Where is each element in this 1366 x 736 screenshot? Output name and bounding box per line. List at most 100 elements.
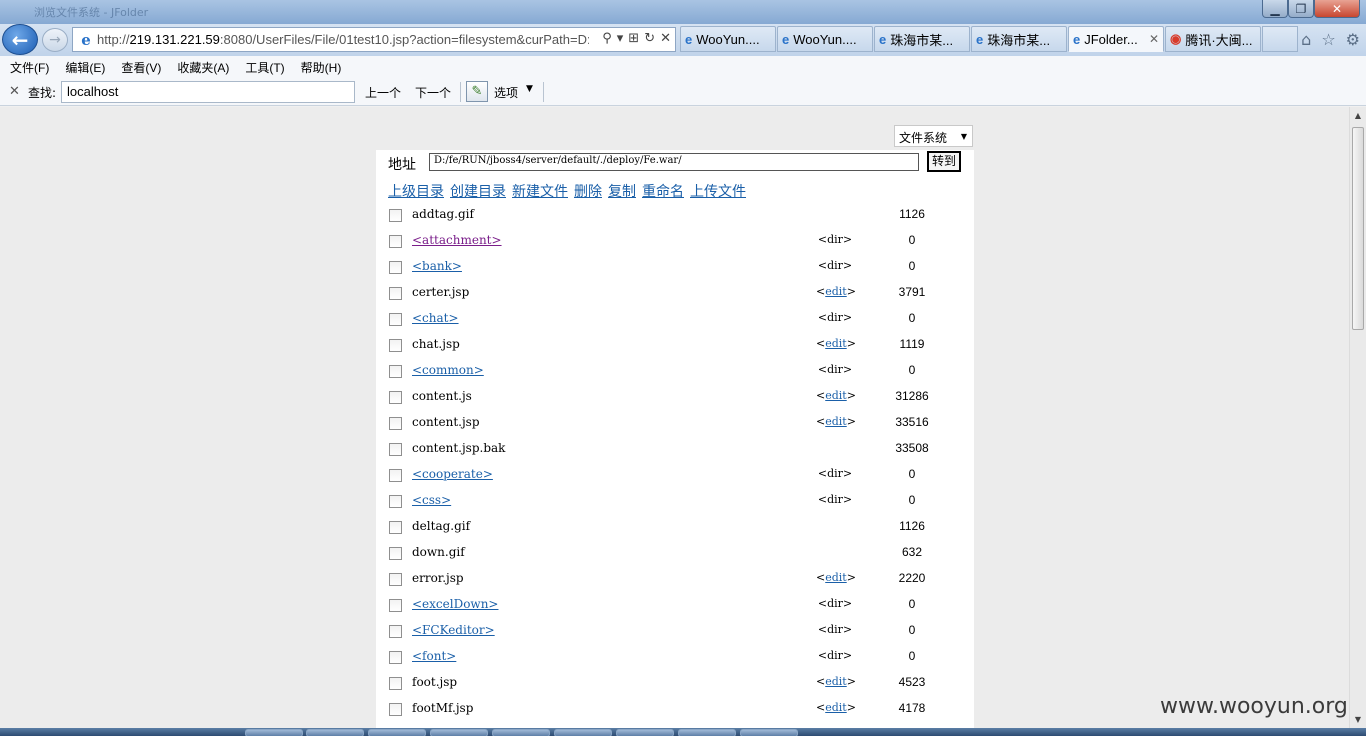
taskbar-item[interactable]	[616, 729, 674, 736]
directory-link[interactable]: <excelDown>	[412, 597, 498, 611]
menu-tools[interactable]: 工具(T)	[245, 59, 284, 76]
edit-link[interactable]: edit	[825, 285, 847, 298]
file-checkbox[interactable]	[389, 703, 402, 716]
home-icon[interactable]: ⌂	[1301, 30, 1311, 49]
file-checkbox[interactable]	[389, 391, 402, 404]
copy-link[interactable]: 复制	[608, 181, 636, 201]
file-checkbox[interactable]	[389, 235, 402, 248]
taskbar-item[interactable]	[554, 729, 612, 736]
menu-view[interactable]: 查看(V)	[121, 59, 161, 76]
new-file-link[interactable]: 新建文件	[512, 181, 568, 201]
edit-link[interactable]: edit	[825, 571, 847, 584]
file-checkbox[interactable]	[389, 443, 402, 456]
file-checkbox[interactable]	[389, 599, 402, 612]
highlight-pen-icon[interactable]: ✎	[466, 81, 488, 102]
directory-link[interactable]: <font>	[412, 649, 456, 663]
file-checkbox[interactable]	[389, 573, 402, 586]
rename-link[interactable]: 重命名	[642, 181, 684, 201]
upload-file-link[interactable]: 上传文件	[690, 181, 746, 201]
delete-link[interactable]: 删除	[574, 181, 602, 201]
edit-link[interactable]: edit	[825, 337, 847, 350]
taskbar-item[interactable]	[306, 729, 364, 736]
find-input[interactable]: localhost	[61, 81, 355, 103]
forward-button[interactable]: →	[42, 28, 68, 52]
maximize-button[interactable]: ❐	[1288, 0, 1314, 18]
file-checkbox[interactable]	[389, 417, 402, 430]
menu-file[interactable]: 文件(F)	[10, 59, 49, 76]
edit-link[interactable]: edit	[825, 675, 847, 688]
find-previous-button[interactable]: 上一个	[365, 84, 401, 101]
file-checkbox[interactable]	[389, 495, 402, 508]
scroll-up-icon[interactable]: ▲	[1350, 107, 1366, 124]
find-next-button[interactable]: 下一个	[415, 84, 451, 101]
directory-link[interactable]: <FCKeditor>	[412, 623, 495, 637]
file-checkbox[interactable]	[389, 625, 402, 638]
edit-link[interactable]: edit	[825, 389, 847, 402]
minimize-button[interactable]: ▁	[1262, 0, 1288, 18]
filesystem-select[interactable]: 文件系统 ▼	[894, 125, 973, 147]
file-row: error.jsp <edit> 2220	[376, 567, 974, 593]
browser-tab[interactable]: e 珠海市某...	[971, 26, 1067, 52]
directory-link[interactable]: <chat>	[412, 311, 459, 325]
find-options-button[interactable]: 选项	[494, 84, 518, 101]
favorites-star-icon[interactable]: ☆	[1321, 30, 1335, 49]
directory-link[interactable]: <css>	[412, 493, 451, 507]
scrollbar-thumb[interactable]	[1352, 127, 1364, 330]
file-checkbox[interactable]	[389, 547, 402, 560]
vertical-scrollbar[interactable]: ▲ ▼	[1349, 107, 1366, 728]
taskbar-item[interactable]	[740, 729, 798, 736]
search-icon[interactable]: ⚲	[602, 31, 612, 46]
file-manager-panel: 地址 D:/fe/RUN/jboss4/server/default/./dep…	[376, 150, 974, 728]
browser-tab-active[interactable]: e JFolder... ✕	[1068, 26, 1164, 52]
file-checkbox[interactable]	[389, 677, 402, 690]
url-text[interactable]: http://219.131.221.59:8080/UserFiles/Fil…	[97, 32, 589, 47]
file-checkbox[interactable]	[389, 521, 402, 534]
file-checkbox[interactable]	[389, 209, 402, 222]
refresh-icon[interactable]: ↻	[644, 31, 655, 46]
directory-link[interactable]: <bank>	[412, 259, 462, 273]
gear-icon[interactable]: ⚙	[1346, 30, 1360, 49]
dropdown-icon[interactable]: ▾	[617, 31, 624, 46]
taskbar-item[interactable]	[430, 729, 488, 736]
taskbar-item[interactable]	[678, 729, 736, 736]
stop-icon[interactable]: ✕	[660, 31, 671, 46]
menu-help[interactable]: 帮助(H)	[301, 59, 342, 76]
file-row: content.jsp.bak 33508	[376, 437, 974, 463]
file-checkbox[interactable]	[389, 469, 402, 482]
close-find-icon[interactable]: ✕	[9, 84, 20, 99]
menu-favorites[interactable]: 收藏夹(A)	[177, 59, 229, 76]
edit-link[interactable]: edit	[825, 415, 847, 428]
back-button[interactable]: ←	[2, 24, 38, 55]
taskbar-item[interactable]	[368, 729, 426, 736]
taskbar-item[interactable]	[492, 729, 550, 736]
compat-view-icon[interactable]: ⊞	[628, 31, 639, 46]
go-button[interactable]: 转到	[927, 151, 961, 172]
file-checkbox[interactable]	[389, 651, 402, 664]
directory-link[interactable]: <cooperate>	[412, 467, 493, 481]
parent-dir-link[interactable]: 上级目录	[388, 181, 444, 201]
file-checkbox[interactable]	[389, 313, 402, 326]
file-size: 0	[908, 493, 916, 507]
create-dir-link[interactable]: 创建目录	[450, 181, 506, 201]
new-tab-button[interactable]	[1262, 26, 1298, 52]
browser-tab[interactable]: ◉ 腾讯·大闽...	[1165, 26, 1261, 52]
chevron-down-icon[interactable]: ▼	[526, 84, 533, 94]
close-tab-icon[interactable]: ✕	[1149, 32, 1159, 46]
taskbar-item[interactable]	[245, 729, 303, 736]
close-window-button[interactable]: ✕	[1314, 0, 1360, 18]
path-input[interactable]: D:/fe/RUN/jboss4/server/default/./deploy…	[429, 153, 919, 171]
edit-link[interactable]: edit	[825, 701, 847, 714]
browser-tab[interactable]: e WooYun....	[680, 26, 776, 52]
directory-link[interactable]: <attachment>	[412, 233, 502, 247]
browser-tab[interactable]: e WooYun....	[777, 26, 873, 52]
scroll-down-icon[interactable]: ▼	[1350, 711, 1366, 728]
directory-link[interactable]: <common>	[412, 363, 484, 377]
file-checkbox[interactable]	[389, 365, 402, 378]
menu-edit[interactable]: 编辑(E)	[65, 59, 105, 76]
file-checkbox[interactable]	[389, 287, 402, 300]
file-checkbox[interactable]	[389, 261, 402, 274]
file-row: addtag.gif 1126	[376, 203, 974, 229]
file-checkbox[interactable]	[389, 339, 402, 352]
address-bar[interactable]: e http://219.131.221.59:8080/UserFiles/F…	[72, 27, 676, 52]
browser-tab[interactable]: e 珠海市某...	[874, 26, 970, 52]
